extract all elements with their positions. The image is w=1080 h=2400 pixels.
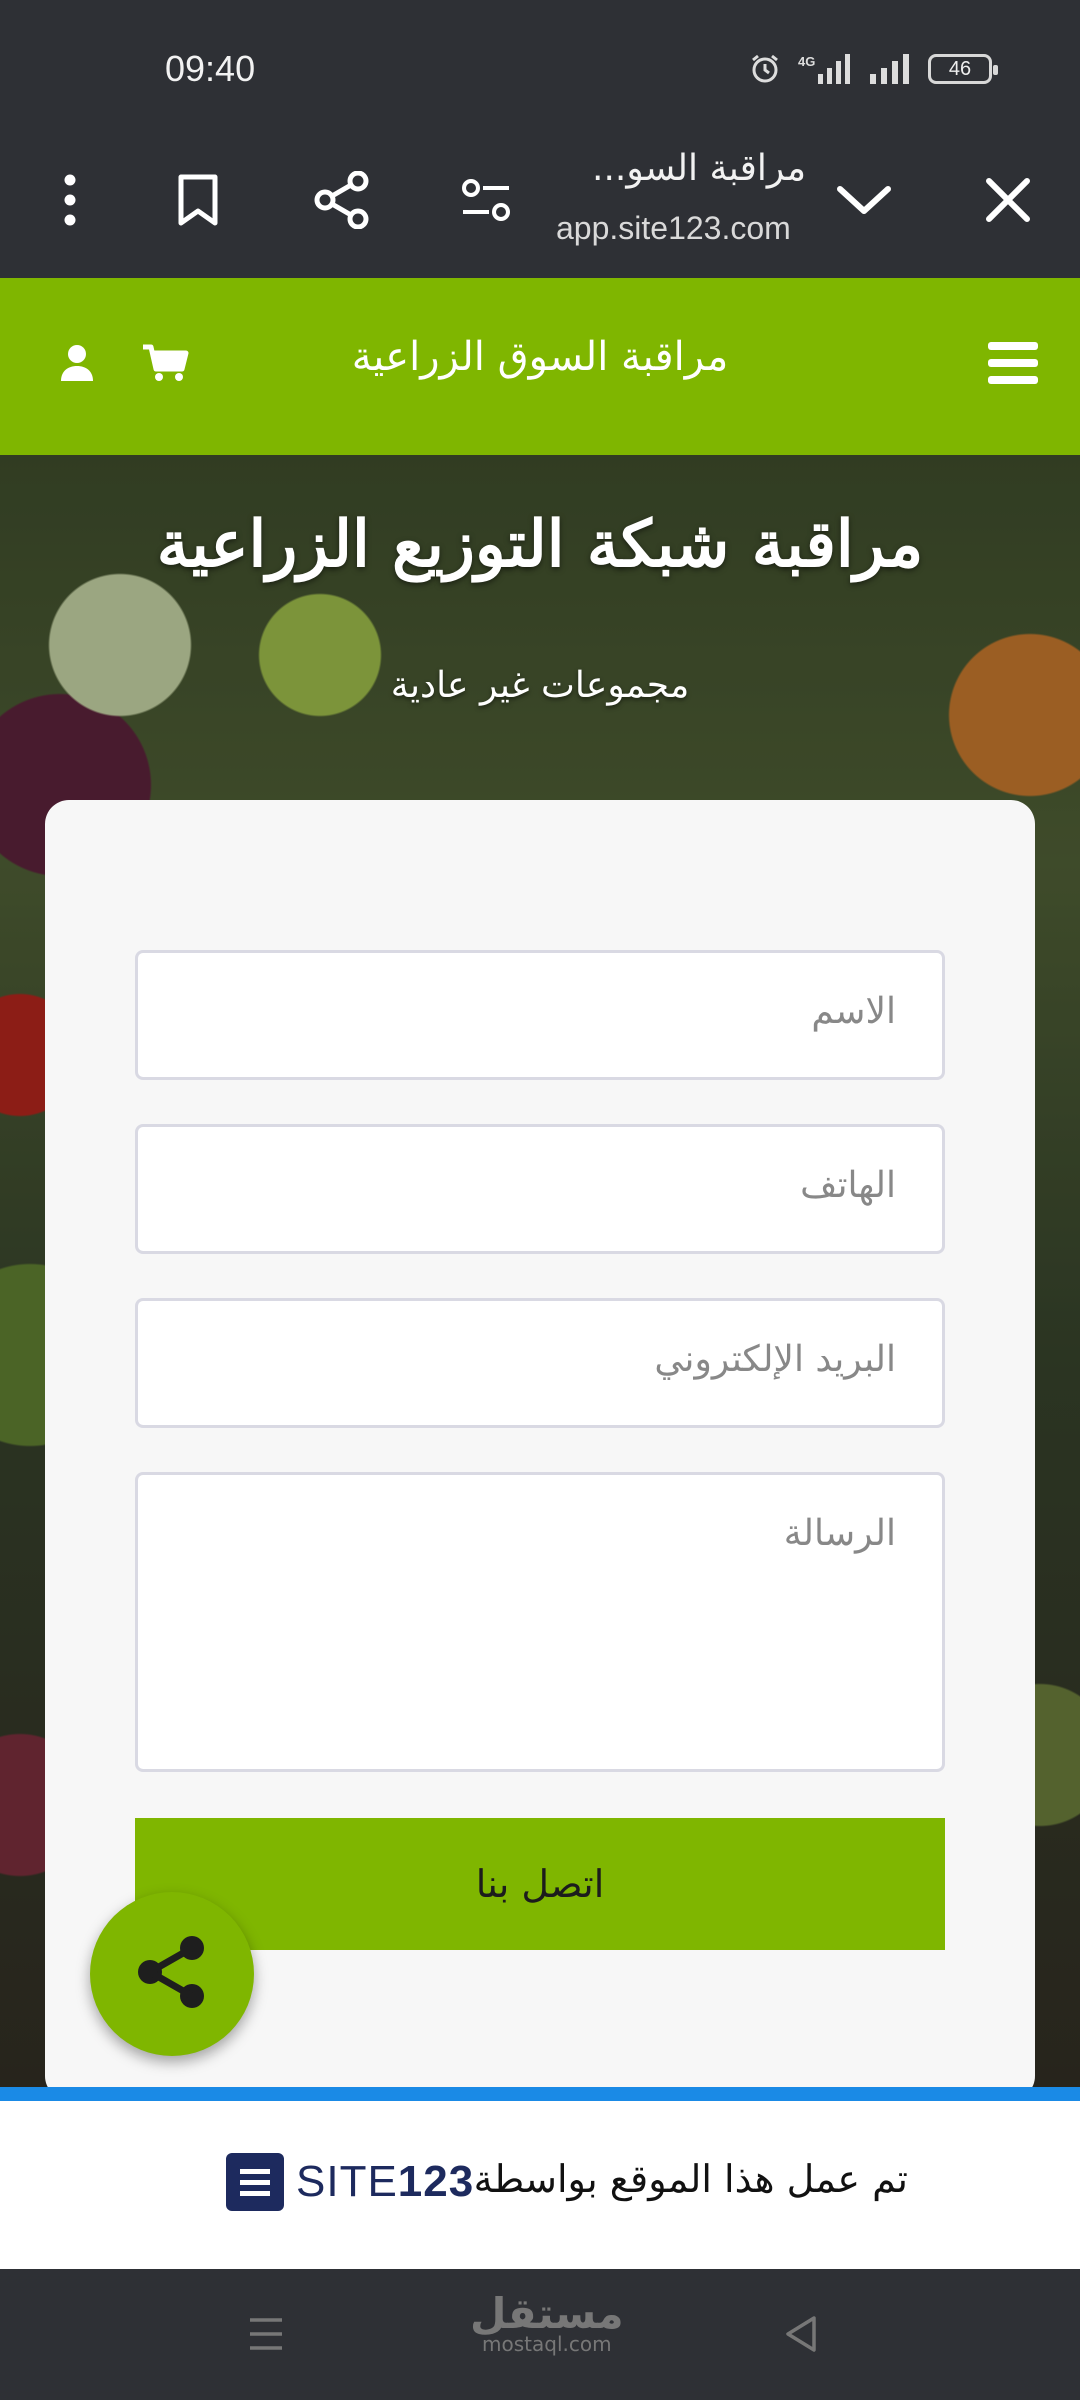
site123-logo[interactable]: SITE123 <box>226 2153 474 2211</box>
status-bar: 09:40 4G 46 <box>0 0 1080 130</box>
site-title[interactable]: مراقبة السوق الزراعية <box>0 334 1080 380</box>
bookmark-icon[interactable] <box>158 160 238 240</box>
chevron-down-icon[interactable] <box>824 160 904 240</box>
back-icon[interactable] <box>762 2299 842 2369</box>
logo-site-text: SITE <box>296 2157 398 2206</box>
status-icons: 4G 46 <box>748 52 998 86</box>
logo-num-text: 123 <box>397 2157 475 2206</box>
name-field[interactable]: الاسم <box>135 950 945 1080</box>
contact-submit-button[interactable]: اتصل بنا <box>135 1818 945 1950</box>
battery-icon: 46 <box>928 54 998 84</box>
message-field[interactable]: الرسالة <box>135 1472 945 1772</box>
watermark-en: mostaql.com <box>482 2332 612 2356</box>
mostaql-watermark: مستقل mostaql.com <box>470 2289 624 2356</box>
built-with-text: تم عمل هذا الموقع بواسطة <box>473 2157 908 2201</box>
share-fab-button[interactable] <box>90 1892 254 2056</box>
signal-icon <box>868 52 914 86</box>
menu-dots-icon[interactable] <box>30 160 110 240</box>
hamburger-menu-icon[interactable] <box>984 333 1042 393</box>
site-header: مراقبة السوق الزراعية <box>0 278 1080 455</box>
page-title[interactable]: مراقبة السو... <box>556 148 806 189</box>
page-url[interactable]: app.site123.com <box>556 210 791 247</box>
site123-logo-icon <box>226 2153 284 2211</box>
share-icon <box>132 1932 212 2016</box>
email-placeholder: البريد الإلكتروني <box>654 1339 896 1380</box>
watermark-ar: مستقل <box>470 2289 624 2338</box>
phone-placeholder: الهاتف <box>800 1165 896 1206</box>
message-placeholder: الرسالة <box>783 1513 896 1554</box>
hero-subtitle: مجموعات غير عادية <box>390 665 690 706</box>
email-field[interactable]: البريد الإلكتروني <box>135 1298 945 1428</box>
svg-text:4G: 4G <box>798 54 815 69</box>
recents-icon[interactable] <box>226 2299 306 2369</box>
signal-4g-icon: 4G <box>796 52 854 86</box>
close-icon[interactable] <box>968 160 1048 240</box>
system-navbar: مستقل mostaql.com <box>0 2269 1080 2400</box>
name-placeholder: الاسم <box>811 991 896 1032</box>
alarm-icon <box>748 52 782 86</box>
phone-field[interactable]: الهاتف <box>135 1124 945 1254</box>
browser-toolbar: مراقبة السو... app.site123.com <box>0 130 1080 278</box>
site123-footer: SITE123 تم عمل هذا الموقع بواسطة <box>0 2101 1080 2269</box>
filter-icon[interactable] <box>446 160 526 240</box>
footer-accent-line <box>0 2087 1080 2101</box>
status-time: 09:40 <box>165 48 256 89</box>
share-icon[interactable] <box>302 160 382 240</box>
hero-title: مراقبة شبكة التوزيع الزراعية <box>156 507 924 582</box>
